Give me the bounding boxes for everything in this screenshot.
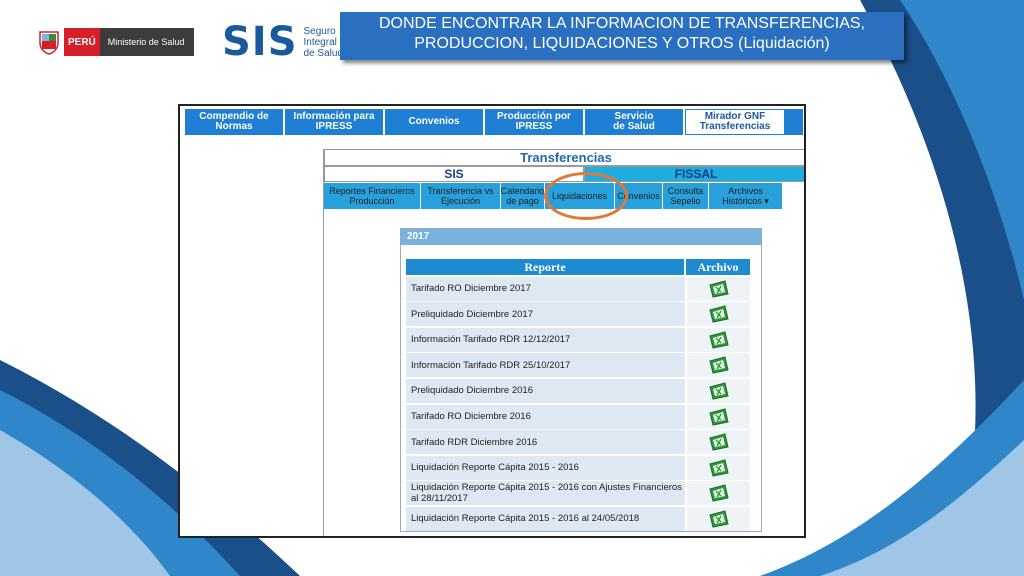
report-name: Preliquidado Diciembre 2017 bbox=[406, 302, 687, 327]
sis-logo-text: SIS bbox=[222, 19, 298, 65]
report-name: Preliquidado Diciembre 2016 bbox=[406, 378, 687, 403]
nav-filler bbox=[785, 109, 804, 135]
table-row: Liquidación Reporte Cápita 2015 - 2016 c… bbox=[406, 481, 756, 506]
subnav-label: Ejecución bbox=[440, 196, 480, 206]
subnav-label: de pago bbox=[506, 196, 539, 206]
column-header-reporte: Reporte bbox=[406, 259, 686, 275]
file-cell bbox=[687, 353, 750, 378]
excel-file-icon[interactable] bbox=[707, 355, 731, 375]
peru-shield-icon bbox=[39, 31, 59, 55]
ministry-label: Ministerio de Salud bbox=[99, 28, 194, 56]
subnav-reportes-financieros[interactable]: Reportes Financieros Producción bbox=[324, 183, 421, 209]
top-navigation: Compendio de Normas Información para IPRES… bbox=[185, 109, 804, 135]
report-name: Liquidación Reporte Cápita 2015 - 2016 c… bbox=[406, 481, 687, 506]
table-row: Preliquidado Diciembre 2016 bbox=[406, 378, 756, 403]
slide-title-line: PRODUCCION, LIQUIDACIONES Y OTROS (Liqui… bbox=[414, 35, 830, 52]
year-report-box: 2017 Reporte Archivo Tarifado RO Diciemb… bbox=[400, 228, 762, 532]
subnav-consulta-sepelio[interactable]: Consulta Sepelio bbox=[663, 183, 709, 209]
excel-file-icon[interactable] bbox=[707, 304, 731, 324]
peru-label: PERÚ bbox=[64, 28, 100, 56]
excel-file-icon[interactable] bbox=[707, 458, 731, 478]
nav-label: Transferencias bbox=[699, 121, 771, 132]
nav-informacion-ipress[interactable]: Información para IPRESS bbox=[285, 109, 385, 135]
slide-title: DONDE ENCONTRAR LA INFORMACION DE TRANSF… bbox=[340, 12, 904, 60]
nav-compendio-normas[interactable]: Compendio de Normas bbox=[185, 109, 285, 135]
excel-file-icon[interactable] bbox=[707, 407, 731, 427]
report-name: Información Tarifado RDR 25/10/2017 bbox=[406, 353, 687, 378]
subnav-archivos-historicos[interactable]: Archivos Históricos ▾ bbox=[709, 183, 783, 209]
file-cell bbox=[687, 404, 750, 429]
subnav-label: Sepelio bbox=[670, 196, 701, 206]
minsa-logo: PERÚ Ministerio de Salud bbox=[38, 27, 194, 57]
nav-servicio-salud[interactable]: Servicio de Salud bbox=[585, 109, 685, 135]
file-cell bbox=[687, 302, 750, 327]
table-row: Liquidación Reporte Cápita 2015 - 2016 a… bbox=[406, 506, 756, 531]
excel-file-icon[interactable] bbox=[707, 279, 731, 299]
file-cell bbox=[687, 506, 750, 531]
report-rows: Tarifado RO Diciembre 2017 Preliquidado D… bbox=[406, 276, 756, 531]
table-row: Preliquidado Diciembre 2017 bbox=[406, 302, 756, 327]
excel-file-icon[interactable] bbox=[707, 330, 731, 350]
excel-file-icon[interactable] bbox=[707, 432, 731, 452]
sis-logo-sub-line: de Salud bbox=[303, 47, 343, 59]
column-header-archivo: Archivo bbox=[686, 259, 750, 275]
table-row: Tarifado RDR Diciembre 2016 bbox=[406, 430, 756, 455]
subnav-label: Históricos ▾ bbox=[722, 196, 769, 206]
nav-convenios[interactable]: Convenios bbox=[385, 109, 485, 135]
nav-label: Normas bbox=[215, 121, 253, 132]
report-table: Reporte Archivo Tarifado RO Diciembre 20… bbox=[406, 259, 756, 531]
subnav-calendario-pago[interactable]: Calendario de pago bbox=[501, 183, 545, 209]
nav-label: Convenios bbox=[408, 116, 460, 127]
sis-logo-sub-line: Integral bbox=[303, 36, 337, 48]
report-name: Liquidación Reporte Cápita 2015 - 2016 a… bbox=[406, 506, 687, 531]
nav-produccion-ipress[interactable]: Producción por IPRESS bbox=[485, 109, 585, 135]
report-table-header: Reporte Archivo bbox=[406, 259, 756, 275]
sis-logo: SIS Seguro Integral de Salud bbox=[222, 22, 344, 62]
subnav-label: Calendario bbox=[500, 186, 545, 196]
subnav-label: Producción bbox=[349, 196, 395, 206]
table-row: Liquidación Reporte Cápita 2015 - 2016 bbox=[406, 455, 756, 480]
excel-file-icon[interactable] bbox=[707, 483, 731, 503]
subnav-transferencia-ejecucion[interactable]: Transferencia vs Ejecución bbox=[421, 183, 501, 209]
file-cell bbox=[687, 276, 750, 301]
subnav-label: Reportes Financieros bbox=[329, 186, 415, 196]
nav-label: IPRESS bbox=[515, 121, 553, 132]
tab-sis[interactable]: SIS bbox=[324, 166, 584, 182]
file-cell bbox=[687, 430, 750, 455]
nav-mirador-gnf[interactable]: Mirador GNF Transferencias bbox=[685, 109, 785, 135]
report-name: Tarifado RO Diciembre 2016 bbox=[406, 404, 687, 429]
excel-file-icon[interactable] bbox=[707, 509, 731, 529]
file-cell bbox=[687, 481, 750, 506]
report-name: Tarifado RDR Diciembre 2016 bbox=[406, 430, 687, 455]
subnav-label: Archivos bbox=[728, 186, 763, 196]
file-cell bbox=[687, 455, 750, 480]
subnav-label: Transferencia vs bbox=[427, 186, 494, 196]
liquidaciones-highlight-ring bbox=[544, 172, 628, 220]
table-row: Tarifado RO Diciembre 2017 bbox=[406, 276, 756, 301]
sis-logo-subtitle: Seguro Integral de Salud bbox=[304, 26, 344, 59]
nav-label: IPRESS bbox=[315, 121, 353, 132]
file-cell bbox=[687, 378, 750, 403]
report-name: Liquidación Reporte Cápita 2015 - 2016 bbox=[406, 455, 687, 480]
table-row: Información Tarifado RDR 25/10/2017 bbox=[406, 353, 756, 378]
sis-logo-sub-line: Seguro bbox=[303, 25, 336, 37]
nav-label: de Salud bbox=[613, 121, 655, 132]
year-heading: 2017 bbox=[401, 229, 761, 245]
report-name: Información Tarifado RDR 12/12/2017 bbox=[406, 327, 687, 352]
report-name: Tarifado RO Diciembre 2017 bbox=[406, 276, 687, 301]
table-row: Tarifado RO Diciembre 2016 bbox=[406, 404, 756, 429]
file-cell bbox=[687, 327, 750, 352]
table-row: Información Tarifado RDR 12/12/2017 bbox=[406, 327, 756, 352]
transferencias-heading: Transferencias bbox=[324, 149, 804, 166]
slide-title-line: DONDE ENCONTRAR LA INFORMACION DE TRANSF… bbox=[379, 15, 865, 32]
excel-file-icon[interactable] bbox=[707, 381, 731, 401]
subnav-label: Consulta bbox=[667, 186, 704, 196]
